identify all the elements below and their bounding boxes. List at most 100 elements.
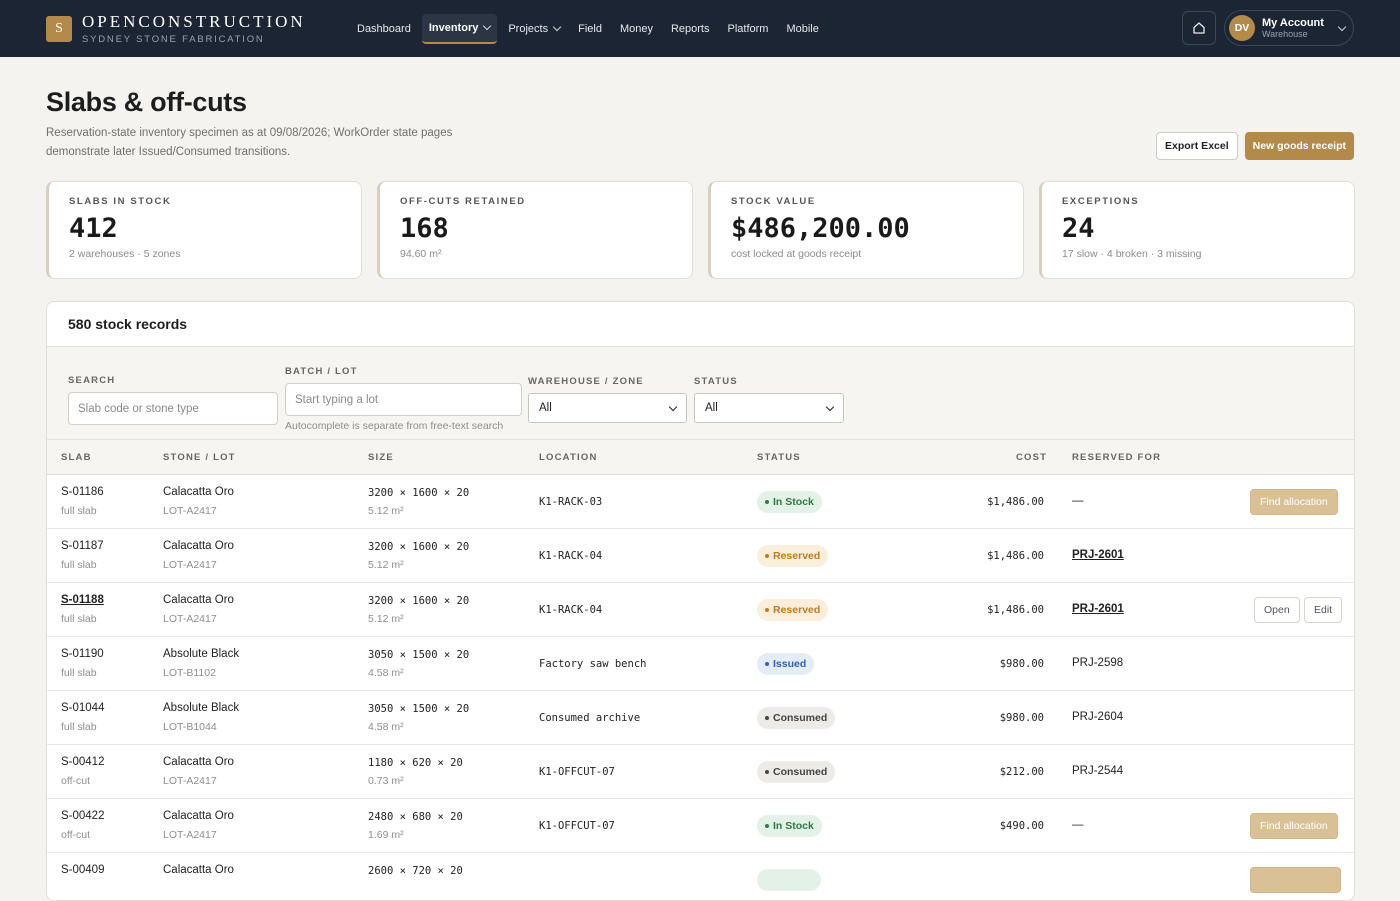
reserved-for-link[interactable]: PRJ-2601 bbox=[1072, 549, 1124, 561]
column-header-slab[interactable]: SLAB bbox=[61, 452, 92, 463]
slab-dimensions: 3050 × 1500 × 20 bbox=[368, 649, 470, 661]
slab-kind: full slab bbox=[61, 667, 97, 679]
nav-item-label: Reports bbox=[670, 22, 710, 35]
brand[interactable]: S OPENCONSTRUCTION SYDNEY STONE FABRICAT… bbox=[46, 12, 346, 45]
status-text: Consumed bbox=[773, 712, 828, 724]
status-select[interactable]: All bbox=[694, 393, 844, 423]
status-text: Consumed bbox=[773, 766, 828, 778]
status-badge: Issued bbox=[757, 653, 815, 675]
find-allocation-button[interactable]: Find allocation bbox=[1250, 813, 1338, 839]
nav-money[interactable]: Money bbox=[613, 15, 660, 43]
status-text: Issued bbox=[773, 658, 807, 670]
nav-projects[interactable]: Projects bbox=[501, 15, 567, 43]
chevron-down-icon bbox=[552, 22, 562, 32]
nav-platform[interactable]: Platform bbox=[721, 15, 776, 43]
cost: $1,486.00 bbox=[987, 604, 1044, 616]
column-header-stone-lot[interactable]: STONE / LOT bbox=[163, 452, 236, 463]
slab-area: 5.12 m² bbox=[368, 505, 404, 517]
cost: $980.00 bbox=[999, 658, 1044, 670]
status-text: Reserved bbox=[773, 550, 821, 562]
reserved-for: PRJ-2604 bbox=[1072, 711, 1124, 723]
open-label: Open bbox=[1254, 597, 1300, 623]
edit-button[interactable]: Edit bbox=[1304, 597, 1343, 623]
nav-dashboard[interactable]: Dashboard bbox=[350, 15, 418, 43]
slab-area: 5.12 m² bbox=[368, 559, 404, 571]
status-text: In Stock bbox=[773, 496, 814, 508]
cost: $490.00 bbox=[999, 820, 1044, 832]
column-header-reserved-for[interactable]: RESERVED FOR bbox=[1072, 452, 1161, 463]
stone-type: Absolute Black bbox=[163, 648, 240, 660]
slab-kind: off-cut bbox=[61, 775, 90, 787]
slab-dimensions: 2600 × 720 × 20 bbox=[368, 865, 463, 877]
status-filter-value: All bbox=[705, 402, 718, 414]
batch-lot-placeholder: Start typing a lot bbox=[295, 393, 379, 406]
table-row[interactable]: S-00422 off-cut Calacatta Oro LOT-A2417 … bbox=[47, 799, 1354, 853]
lot-code: LOT-A2417 bbox=[163, 505, 217, 517]
stone-type: Calacatta Oro bbox=[163, 540, 234, 552]
nav-item-label: Dashboard bbox=[357, 22, 411, 35]
chevron-down-icon bbox=[825, 402, 835, 411]
table-row[interactable]: S-01044 full slab Absolute Black LOT-B10… bbox=[47, 691, 1354, 745]
chevron-down-icon bbox=[668, 402, 678, 411]
cost: $212.00 bbox=[999, 766, 1044, 778]
brand-logo: S bbox=[46, 15, 72, 42]
lot-code: LOT-B1102 bbox=[163, 667, 216, 679]
stone-type: Calacatta Oro bbox=[163, 756, 234, 768]
table-row[interactable]: S-01188 full slab Calacatta Oro LOT-A241… bbox=[47, 583, 1354, 637]
reserved-for: — bbox=[1072, 495, 1084, 507]
table-row[interactable]: S-01186 full slab Calacatta Oro LOT-A241… bbox=[47, 475, 1354, 529]
home-button[interactable] bbox=[1182, 11, 1216, 45]
table-row[interactable]: S-01190 full slab Absolute Black LOT-B11… bbox=[47, 637, 1354, 691]
slab-area: 4.58 m² bbox=[368, 721, 404, 733]
nav-reports[interactable]: Reports bbox=[664, 15, 717, 43]
slab-code: S-00412 bbox=[61, 756, 105, 768]
open-button[interactable]: Open bbox=[1254, 597, 1300, 623]
location: Consumed archive bbox=[539, 712, 641, 724]
account-menu[interactable]: DV My Account Warehouse bbox=[1224, 10, 1354, 46]
slab-code-link[interactable]: S-01188 bbox=[61, 594, 104, 606]
warehouse-zone-select[interactable]: All bbox=[528, 393, 687, 423]
find-allocation-label: Find allocation bbox=[1250, 813, 1338, 839]
stat-label: STOCK VALUE bbox=[731, 196, 816, 207]
stat-card-offcuts: OFF-CUTS RETAINED 168 94.60 m² bbox=[377, 181, 693, 279]
stat-sub: cost locked at goods receipt bbox=[731, 248, 862, 260]
stat-label: OFF-CUTS RETAINED bbox=[400, 196, 526, 207]
table-row[interactable]: S-00409 Calacatta Oro 2600 × 720 × 20 bbox=[47, 853, 1354, 900]
filter-bar: SEARCH Slab code or stone type BATCH / L… bbox=[47, 347, 1354, 440]
nav-inventory[interactable]: Inventory bbox=[421, 13, 498, 44]
find-allocation-button[interactable]: Find allocation bbox=[1250, 489, 1338, 515]
topbar-right: DV My Account Warehouse bbox=[1182, 10, 1354, 46]
nav-item-label: Money bbox=[619, 22, 653, 35]
search-input[interactable]: Slab code or stone type bbox=[68, 392, 278, 425]
status-badge: In Stock bbox=[757, 491, 822, 513]
slab-kind: full slab bbox=[61, 721, 97, 733]
find-allocation-button[interactable] bbox=[1250, 867, 1341, 898]
reserved-for: PRJ-2598 bbox=[1072, 657, 1124, 669]
nav-item-label: Projects bbox=[508, 22, 549, 35]
new-goods-receipt-button[interactable]: New goods receipt bbox=[1244, 132, 1354, 160]
nav-item-label: Inventory bbox=[428, 21, 479, 34]
main-nav: Dashboard Inventory Projects Field Money… bbox=[350, 13, 826, 44]
export-excel-button[interactable]: Export Excel bbox=[1156, 132, 1238, 160]
cost: $1,486.00 bbox=[987, 550, 1044, 562]
stat-label: SLABS IN STOCK bbox=[69, 196, 172, 207]
location: K1-OFFCUT-07 bbox=[539, 820, 615, 832]
stat-value: $486,200.00 bbox=[731, 213, 910, 244]
reserved-for-link[interactable]: PRJ-2601 bbox=[1072, 603, 1124, 615]
page-title: Slabs & off-cuts bbox=[46, 87, 247, 117]
table-row[interactable]: S-01187 full slab Calacatta Oro LOT-A241… bbox=[47, 529, 1354, 583]
slab-dimensions: 3200 × 1600 × 20 bbox=[368, 487, 470, 499]
column-header-size[interactable]: SIZE bbox=[368, 452, 394, 463]
batch-lot-input[interactable]: Start typing a lot bbox=[285, 383, 522, 416]
slab-area: 1.69 m² bbox=[368, 829, 404, 841]
column-header-location[interactable]: LOCATION bbox=[539, 452, 598, 463]
location: Factory saw bench bbox=[539, 658, 647, 670]
slab-dimensions: 2480 × 680 × 20 bbox=[368, 811, 463, 823]
nav-field[interactable]: Field bbox=[571, 15, 609, 43]
stat-label: EXCEPTIONS bbox=[1062, 196, 1140, 207]
table-row[interactable]: S-00412 off-cut Calacatta Oro LOT-A2417 … bbox=[47, 745, 1354, 799]
nav-mobile[interactable]: Mobile bbox=[779, 15, 825, 43]
column-header-status[interactable]: STATUS bbox=[757, 452, 801, 463]
column-header-cost[interactable]: COST bbox=[1016, 452, 1047, 463]
stat-value: 24 bbox=[1062, 213, 1095, 244]
